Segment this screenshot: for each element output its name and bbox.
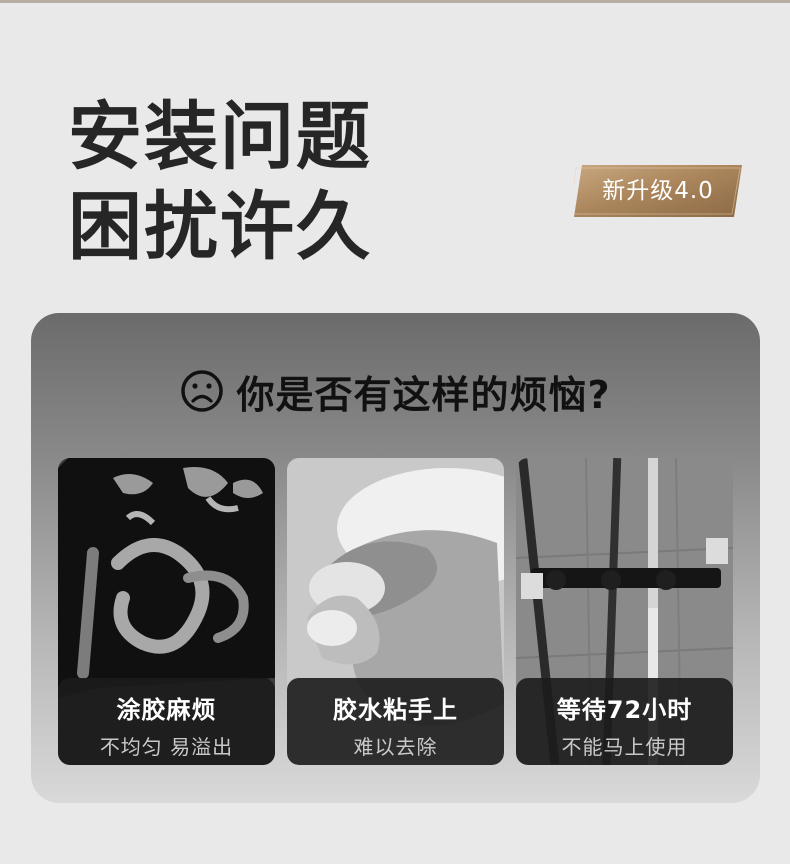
sad-face-icon [181, 370, 224, 412]
upgrade-badge: 新升级4.0 [574, 165, 742, 217]
headline-line-1: 安装问题 [68, 94, 372, 180]
problem-card-glue-mess: 涂胶麻烦 不均匀 易溢出 [58, 458, 275, 765]
card-subtitle: 不能马上使用 [561, 735, 688, 759]
top-divider [0, 0, 790, 3]
badge-label: 新升级4.0 [602, 178, 714, 204]
question-text: 你是否有这样的烦恼? [236, 372, 611, 417]
card-title: 等待72小时 [556, 696, 693, 724]
card-title: 涂胶麻烦 [116, 696, 217, 724]
problem-panel: 你是否有这样的烦恼? 涂胶麻烦 不均匀 易溢出 胶水粘手上 难以去除 等待72小… [31, 313, 760, 803]
card-caption: 涂胶麻烦 不均匀 易溢出 [58, 678, 275, 765]
card-caption: 等待72小时 不能马上使用 [516, 678, 733, 765]
question-row: 你是否有这样的烦恼? [31, 361, 760, 421]
headline-line-2: 困扰许久 [68, 184, 372, 270]
problem-card-sticky-fingers: 胶水粘手上 难以去除 [287, 458, 504, 765]
problem-card-waiting: 等待72小时 不能马上使用 [516, 458, 733, 765]
card-caption: 胶水粘手上 难以去除 [287, 678, 504, 765]
card-title: 胶水粘手上 [333, 696, 458, 724]
card-subtitle: 难以去除 [353, 735, 438, 759]
page-headline: 安装问题 困扰许久 [68, 92, 372, 272]
card-subtitle: 不均匀 易溢出 [99, 735, 234, 759]
